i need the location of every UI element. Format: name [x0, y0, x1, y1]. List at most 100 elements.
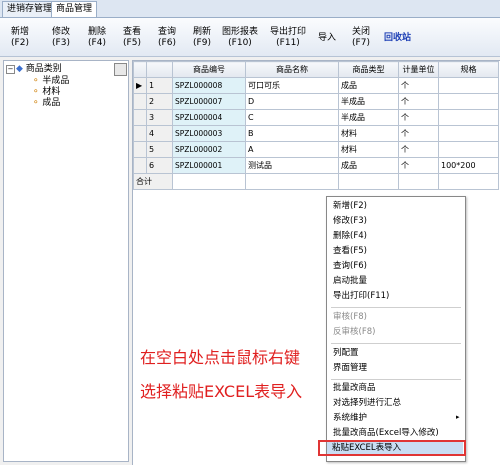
tree-item-label: 半成品	[42, 76, 70, 86]
cell-type[interactable]: 半成品	[338, 109, 399, 126]
table-row[interactable]: 5 SPZL000002 A 材料 个	[133, 141, 499, 158]
menu-item-ui-management[interactable]: 界面管理	[333, 362, 367, 374]
menu-item-edit[interactable]: 修改(F3)	[333, 215, 367, 227]
cell-code[interactable]: SPZL000001	[172, 157, 246, 174]
new-label: 新增	[11, 27, 30, 37]
cell-spec[interactable]	[438, 125, 499, 142]
import-label: 导入	[318, 33, 337, 43]
tab-bar: 进销存管理 商品管理	[0, 0, 500, 18]
menu-item-batch-edit[interactable]: 批量改商品	[333, 382, 376, 394]
cell-type[interactable]: 成品	[338, 77, 399, 94]
total-row: 合计	[133, 173, 499, 190]
table-row[interactable]: 3 SPZL000004 C 半成品 个	[133, 109, 499, 126]
header-type[interactable]: 商品类型	[338, 61, 399, 78]
cell-unit[interactable]: 个	[398, 77, 439, 94]
refresh-label: 刷新	[193, 27, 212, 37]
menu-item-batch-edit-excel[interactable]: 批量改商品(Excel导入修改)	[333, 427, 439, 439]
menu-item-query[interactable]: 查询(F6)	[333, 260, 367, 272]
cell-type[interactable]: 材料	[338, 125, 399, 142]
cell-unit[interactable]: 个	[398, 141, 439, 158]
cell-type[interactable]: 成品	[338, 157, 399, 174]
menu-item-view[interactable]: 查看(F5)	[333, 245, 367, 257]
chart-report-key: (F10)	[228, 38, 252, 48]
cell-spec[interactable]	[438, 77, 499, 94]
menu-item-new[interactable]: 新增(F2)	[333, 200, 367, 212]
menu-item-approve: 审核(F8)	[333, 312, 367, 322]
menu-item-column-summary[interactable]: 对选择列进行汇总	[333, 397, 401, 409]
menu-item-unapprove: 反审核(F8)	[333, 327, 376, 337]
row-number: 3	[146, 109, 173, 126]
export-print-label: 导出打印	[270, 27, 307, 37]
cell-spec[interactable]	[438, 93, 499, 110]
import-button[interactable]: 导入	[318, 33, 336, 44]
cell-spec[interactable]: 100*200	[438, 157, 499, 174]
export-print-key: (F11)	[276, 38, 300, 48]
cell-spec[interactable]	[438, 109, 499, 126]
header-spec[interactable]: 规格	[438, 61, 499, 78]
cell-code[interactable]: SPZL000002	[172, 141, 246, 158]
cell-unit[interactable]: 个	[398, 109, 439, 126]
delete-button[interactable]: 删除 (F4)	[88, 27, 106, 49]
cell-name[interactable]: A	[245, 141, 339, 158]
edit-button[interactable]: 修改 (F3)	[52, 27, 70, 49]
header-name[interactable]: 商品名称	[245, 61, 339, 78]
node-icon: ⚬	[32, 87, 40, 97]
collapse-icon[interactable]: −	[6, 65, 15, 74]
tree-item-finished[interactable]: ⚬ 成品	[32, 98, 60, 109]
tab-product-management[interactable]: 商品管理	[51, 1, 98, 17]
new-button[interactable]: 新增 (F2)	[11, 27, 29, 49]
table-row[interactable]: ▶ 1 SPZL000008 可口可乐 成品 个	[133, 77, 499, 94]
edit-key: (F3)	[52, 38, 70, 48]
close-button[interactable]: 关闭 (F7)	[352, 27, 370, 49]
tree-item-material[interactable]: ⚬ 材料	[32, 87, 60, 98]
menu-item-column-config[interactable]: 列配置	[333, 347, 359, 359]
context-menu: 新增(F2) 修改(F3) 删除(F4) 查看(F5) 查询(F6) 启动批量 …	[326, 196, 466, 462]
refresh-button[interactable]: 刷新 (F9)	[193, 27, 211, 49]
cell-name[interactable]: 测试品	[245, 157, 339, 174]
cell-unit[interactable]: 个	[398, 157, 439, 174]
cell-name[interactable]: B	[245, 125, 339, 142]
table-row[interactable]: 2 SPZL000007 D 半成品 个	[133, 93, 499, 110]
header-unit[interactable]: 计量单位	[398, 61, 439, 78]
view-button[interactable]: 查看 (F5)	[123, 27, 141, 49]
row-number: 2	[146, 93, 173, 110]
product-table: 商品编号 商品名称 商品类型 计量单位 规格 ▶ 1 SPZL000008 可口…	[133, 61, 499, 190]
query-label: 查询	[158, 27, 177, 37]
tree-toggle-icon[interactable]	[114, 63, 127, 76]
table-header-row: 商品编号 商品名称 商品类型 计量单位 规格	[133, 61, 499, 78]
chart-report-button[interactable]: 图形报表 (F10)	[222, 27, 258, 49]
cell-code[interactable]: SPZL000004	[172, 109, 246, 126]
view-label: 查看	[123, 27, 142, 37]
header-code[interactable]: 商品编号	[172, 61, 246, 78]
query-button[interactable]: 查询 (F6)	[158, 27, 176, 49]
tree-item-semi-finished[interactable]: ⚬ 半成品	[32, 76, 69, 87]
cell-name[interactable]: D	[245, 93, 339, 110]
close-label: 关闭	[352, 27, 371, 37]
close-key: (F7)	[352, 38, 370, 48]
menu-item-system-maintenance[interactable]: 系统维护	[333, 412, 367, 424]
tab-inventory-management[interactable]: 进销存管理	[2, 1, 58, 17]
view-key: (F5)	[123, 38, 141, 48]
cell-code[interactable]: SPZL000003	[172, 125, 246, 142]
cell-type[interactable]: 材料	[338, 141, 399, 158]
cell-unit[interactable]: 个	[398, 93, 439, 110]
category-tree: − ◆ 商品类别 ⚬ 半成品 ⚬ 材料 ⚬ 成品	[3, 60, 129, 462]
cell-name[interactable]: C	[245, 109, 339, 126]
menu-item-export-print[interactable]: 导出打印(F11)	[333, 290, 389, 302]
menu-item-batch-start[interactable]: 启动批量	[333, 275, 367, 287]
cell-code[interactable]: SPZL000007	[172, 93, 246, 110]
refresh-key: (F9)	[193, 38, 211, 48]
cell-code[interactable]: SPZL000008	[172, 77, 246, 94]
cell-unit[interactable]: 个	[398, 125, 439, 142]
node-icon: ⚬	[32, 98, 40, 108]
tree-root[interactable]: − ◆ 商品类别	[6, 64, 62, 75]
cell-spec[interactable]	[438, 141, 499, 158]
cell-type[interactable]: 半成品	[338, 93, 399, 110]
table-row[interactable]: 6 SPZL000001 测试品 成品 个 100*200	[133, 157, 499, 174]
menu-item-delete[interactable]: 删除(F4)	[333, 230, 367, 242]
export-print-button[interactable]: 导出打印 (F11)	[270, 27, 306, 49]
recycle-bin-button[interactable]: 回收站	[384, 33, 411, 44]
toolbar: 新增 (F2) 修改 (F3) 删除 (F4) 查看 (F5) 查询 (F6) 刷新 (F9…	[0, 18, 500, 57]
cell-name[interactable]: 可口可乐	[245, 77, 339, 94]
table-row[interactable]: 4 SPZL000003 B 材料 个	[133, 125, 499, 142]
